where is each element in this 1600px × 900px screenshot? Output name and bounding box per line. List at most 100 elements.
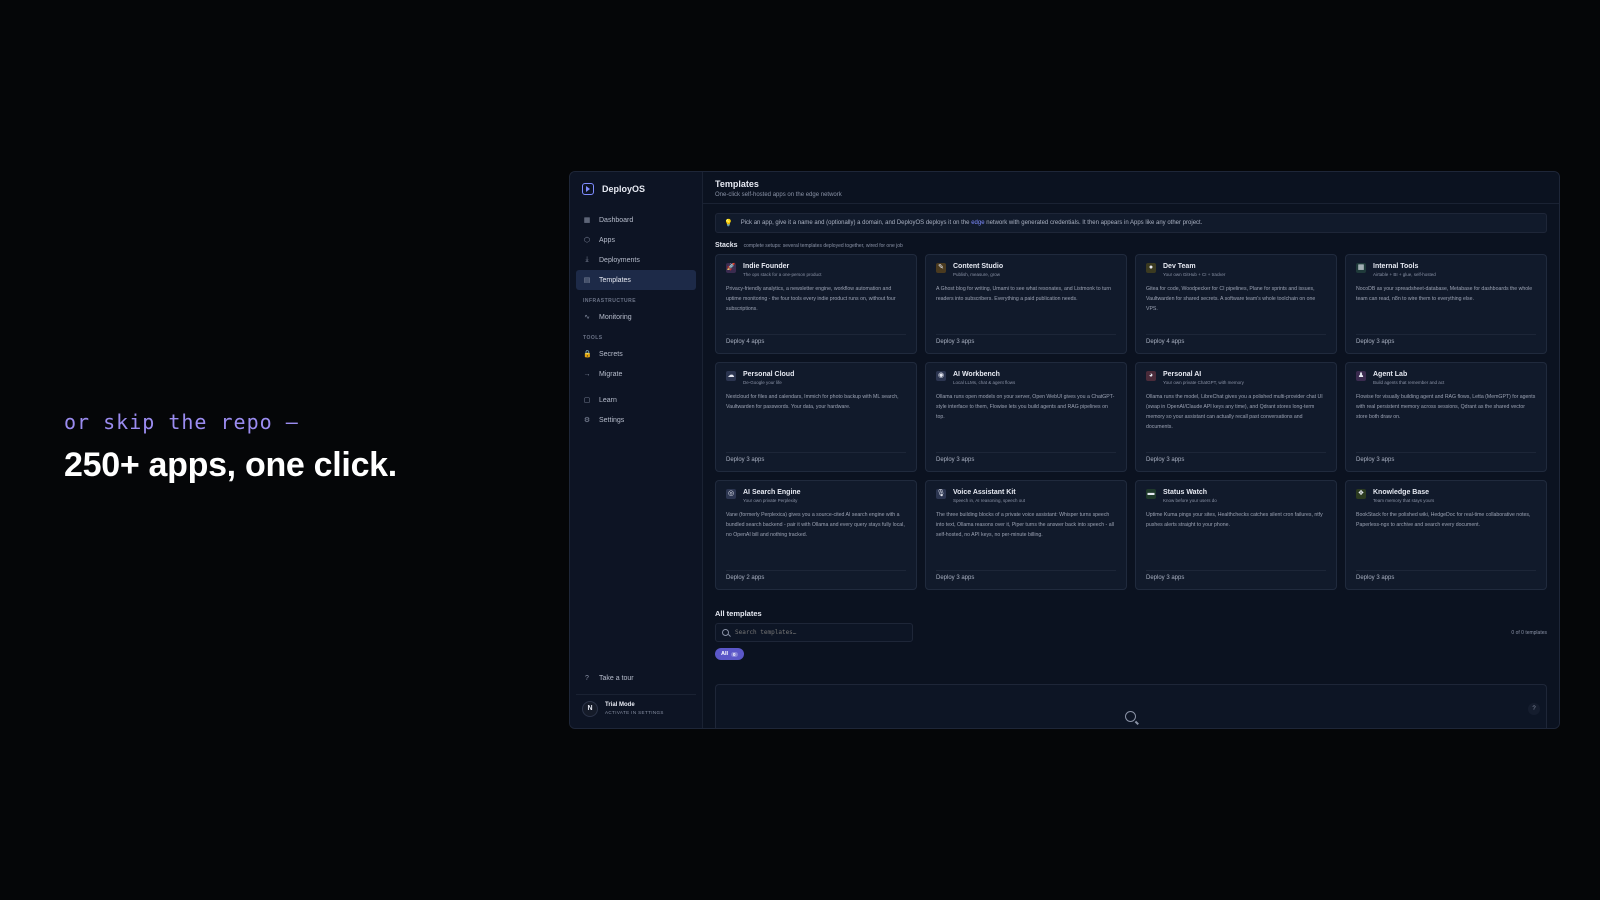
sidebar-item-label: Migrate [599,370,623,378]
filter-chip-count: 0 [731,651,738,657]
card-description: Nextcloud for files and calendars, Immic… [726,394,899,410]
brand[interactable]: DeployOS [570,172,702,206]
deploy-button[interactable]: Deploy 4 apps [726,334,906,345]
deploy-button[interactable]: Deploy 3 apps [1356,452,1536,463]
lock-icon: 🔒 [583,351,592,358]
dashboard-icon: ▦ [583,217,591,224]
card-header: 🎙 Voice Assistant Kit Speech in, AI reason… [936,489,1116,503]
search-box[interactable] [715,623,913,642]
card-title: Status Watch [1163,489,1208,496]
migrate-icon: → [583,370,591,378]
monitoring-icon: ∿ [584,314,590,321]
user-icon: ● [1146,263,1156,273]
deploy-button[interactable]: Deploy 2 apps [726,570,906,581]
card-subtitle: Publish, measure, grow [953,272,1001,277]
search-globe-icon: ◎ [726,489,736,499]
deploy-button[interactable]: Deploy 4 apps [1146,334,1326,345]
stack-card[interactable]: ☁ Personal Cloud De-Google your life Nextcl… [715,362,917,472]
trial-mode[interactable]: N Trial Mode ACTIVATE IN SETTINGS [576,694,696,722]
card-subtitle: Speech in, AI reasoning, speech out [953,498,1026,503]
stack-card[interactable]: ◎ AI Search Engine Your own private Perple… [715,480,917,590]
card-subtitle: De-Google your life [743,380,782,385]
deploy-button[interactable]: Deploy 3 apps [1146,570,1326,581]
help-button[interactable]: ? [1528,703,1540,715]
deploy-button[interactable]: Deploy 3 apps [726,452,906,463]
hero: or skip the repo — 250+ apps, one click. [64,410,397,485]
card-title: Personal AI [1163,371,1202,378]
trial-title: Trial Mode [605,702,635,708]
stack-card[interactable]: ♟ Agent Lab Build agents that remember and… [1345,362,1547,472]
stack-card[interactable]: ❖ Knowledge Base Team memory that stays yo… [1345,480,1547,590]
content: 💡 Pick an app, give it a name and (optio… [703,204,1559,660]
stack-card[interactable]: ✎ Content Studio Publish, measure, grow A G… [925,254,1127,354]
deploy-button[interactable]: Deploy 3 apps [936,452,1116,463]
sidebar-item-templates[interactable]: ▤ Templates [576,270,696,290]
section-tools: TOOLS [583,335,603,341]
card-subtitle: Your own private Perplexity [743,498,798,503]
sidebar-item-label: Monitoring [599,313,632,321]
stacks-title: Stacks [715,242,738,249]
trial-subtitle: ACTIVATE IN SETTINGS [605,710,664,715]
stack-card[interactable]: 🚀 Indie Founder The ops stack for a one-pe… [715,254,917,354]
filter-chip-all[interactable]: All 0 [715,648,744,660]
card-title: Internal Tools [1373,263,1419,270]
card-description: Flowise for visually building agent and … [1356,394,1536,420]
sidebar-item-secrets[interactable]: 🔒 Secrets [576,344,696,364]
page-subtitle: One-click self-hosted apps on the edge n… [715,192,842,198]
robot-icon: ♟ [1356,371,1366,381]
page-header: Templates One-click self-hosted apps on … [703,172,1559,204]
card-subtitle: Build agents that remember and act [1373,380,1445,385]
card-title: Indie Founder [743,263,790,270]
stack-card[interactable]: ▦ Internal Tools Airtable + BI + glue, sel… [1345,254,1547,354]
stack-card[interactable]: ▬ Status Watch Know before your users do Up… [1135,480,1337,590]
deploy-button[interactable]: Deploy 3 apps [1356,334,1536,345]
card-header: ♟ Agent Lab Build agents that remember and… [1356,371,1536,385]
banner-text-before: Pick an app, give it a name and (optiona… [740,220,970,226]
card-subtitle: Your own private ChatGPT, with memory [1163,380,1244,385]
deploy-button[interactable]: Deploy 3 apps [1356,570,1536,581]
banner-link[interactable]: edge [971,220,984,226]
card-header: ☁ Personal Cloud De-Google your life [726,371,906,385]
stack-card[interactable]: ◉ AI Workbench Local LLMs, chat & agent fl… [925,362,1127,472]
sidebar-item-label: Secrets [599,350,623,358]
deploy-button[interactable]: Deploy 3 apps [936,570,1116,581]
card-description: Uptime Kuma pings your sites, Healthchec… [1146,512,1323,528]
deploy-button[interactable]: Deploy 3 apps [1146,452,1326,463]
tour-label: Take a tour [599,674,634,682]
search-input[interactable] [735,629,895,636]
apps-icon: ⬡ [583,237,591,244]
card-description: Gitea for code, Woodpecker for CI pipeli… [1146,286,1316,312]
sidebar-item-learn[interactable]: ▢ Learn [576,390,696,410]
sidebar-item-label: Learn [599,396,617,404]
sidebar-item-dashboard[interactable]: ▦ Dashboard [576,210,696,230]
lightbulb-icon: 💡 [724,220,733,227]
results-panel: ? [715,684,1547,728]
stack-card[interactable]: ◕ Personal AI Your own private ChatGPT, wi… [1135,362,1337,472]
card-header: ✎ Content Studio Publish, measure, grow [936,263,1116,277]
search-icon [1125,711,1136,722]
stacks-header: Stacks complete setups: several template… [715,242,1547,249]
card-subtitle: Team memory that stays yours [1373,498,1435,503]
sidebar-item-label: Templates [599,276,631,284]
deploy-button[interactable]: Deploy 3 apps [936,334,1116,345]
sidebar-item-deployments[interactable]: ⤓ Deployments [576,250,696,270]
banner-text: Pick an app, give it a name and (optiona… [741,220,1203,226]
stack-card[interactable]: ● Dev Team Your own GitHub + CI + tracker G… [1135,254,1337,354]
sidebar-item-apps[interactable]: ⬡ Apps [576,230,696,250]
banner-text-after: network with generated credentials. It t… [986,220,1203,226]
sidebar-item-monitoring[interactable]: ∿ Monitoring [576,307,696,327]
sidebar-item-label: Deployments [599,256,640,264]
stack-card[interactable]: 🎙 Voice Assistant Kit Speech in, AI reason… [925,480,1127,590]
card-title: AI Search Engine [743,489,801,496]
take-a-tour-button[interactable]: ? Take a tour [576,668,696,688]
sidebar-item-migrate[interactable]: → Migrate [576,364,696,384]
card-title: Dev Team [1163,263,1196,270]
card-title: Agent Lab [1373,371,1408,378]
card-subtitle: Local LLMs, chat & agent flows [953,380,1016,385]
main-content: Templates One-click self-hosted apps on … [703,172,1559,728]
sidebar-item-settings[interactable]: ⚙ Settings [576,410,696,430]
card-description: A Ghost blog for writing, Umami to see w… [936,286,1112,302]
card-header: ● Dev Team Your own GitHub + CI + tracker [1146,263,1326,277]
card-subtitle: The ops stack for a one-person product [743,272,822,277]
deployments-icon: ⤓ [585,256,589,263]
